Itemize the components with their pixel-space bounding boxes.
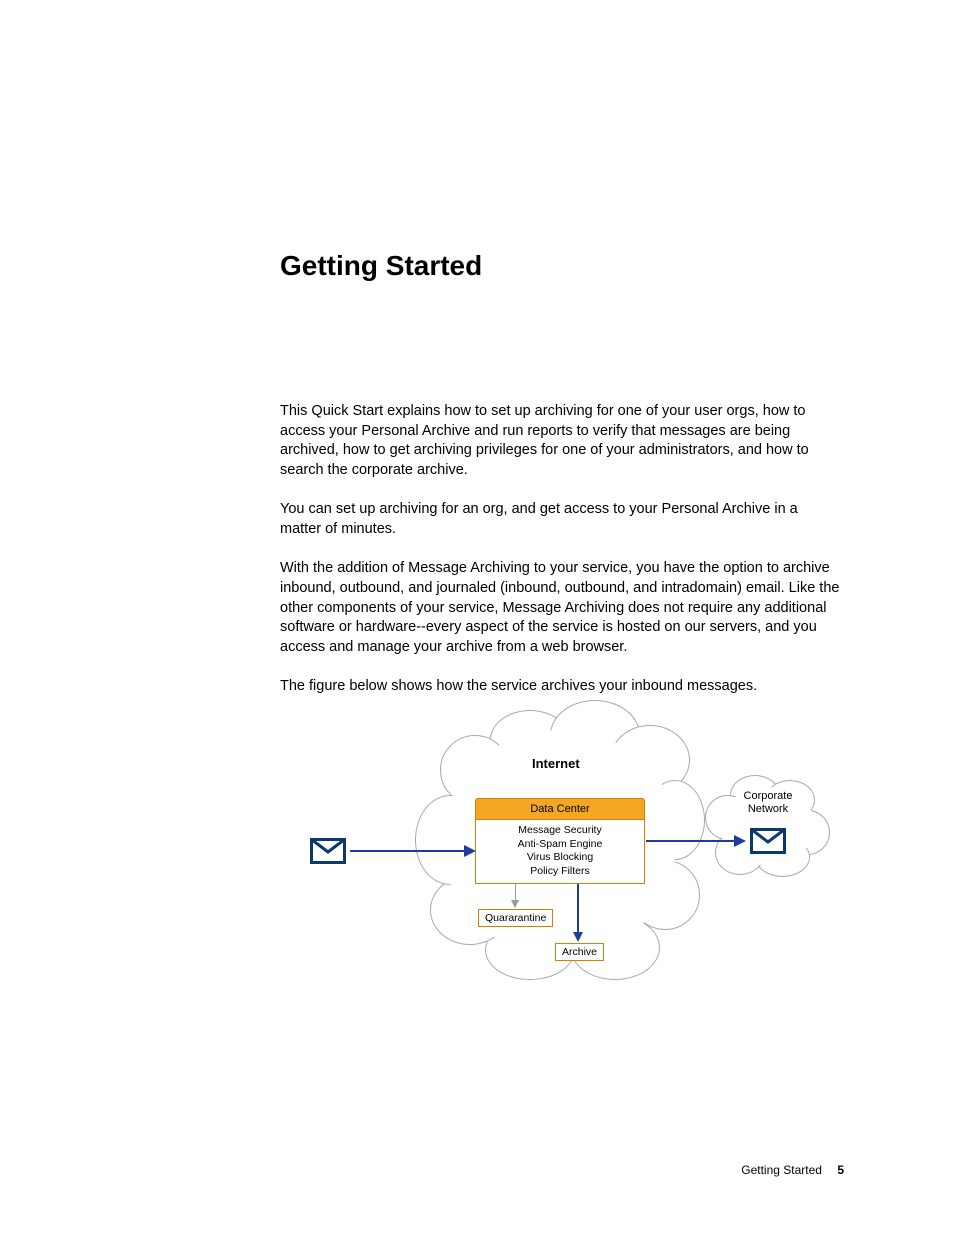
arrow-inbound [350, 850, 466, 852]
archive-box: Archive [555, 943, 604, 961]
security-line-4: Policy Filters [476, 865, 644, 879]
page-heading: Getting Started [280, 250, 840, 282]
internet-label: Internet [532, 756, 580, 771]
corporate-network-label: Corporate Network [728, 790, 808, 816]
security-line-1: Message Security [476, 824, 644, 838]
mail-icon-right [750, 828, 786, 854]
intro-paragraph-2: You can set up archiving for an org, and… [280, 500, 840, 539]
arrow-to-archive-head [573, 932, 583, 942]
content-column: Getting Started This Quick Start explain… [280, 250, 840, 717]
corporate-label-l2: Network [748, 803, 788, 815]
arrow-to-quarantine-head [511, 900, 519, 908]
data-center-box: Data Center [475, 798, 645, 820]
corporate-label-l1: Corporate [744, 790, 793, 802]
footer-section-title: Getting Started [741, 1163, 822, 1177]
security-line-3: Virus Blocking [476, 851, 644, 865]
mail-icon-left [310, 838, 346, 864]
security-line-2: Anti-Spam Engine [476, 838, 644, 852]
intro-paragraph-4: The figure below shows how the service a… [280, 677, 840, 697]
message-security-box: Message Security Anti-Spam Engine Virus … [475, 820, 645, 884]
arrow-to-archive [577, 884, 579, 934]
arrow-outbound [646, 840, 736, 842]
arrow-inbound-head [464, 845, 476, 857]
page-footer: Getting Started 5 [741, 1163, 844, 1177]
arrow-outbound-head [734, 835, 746, 847]
architecture-figure: Internet Data Center Message Security An… [310, 700, 846, 990]
intro-paragraph-3: With the addition of Message Archiving t… [280, 559, 840, 657]
footer-page-number: 5 [837, 1163, 844, 1177]
page-root: Getting Started This Quick Start explain… [0, 0, 954, 1235]
quarantine-box: Quararantine [478, 909, 553, 927]
intro-paragraph-1: This Quick Start explains how to set up … [280, 402, 840, 480]
